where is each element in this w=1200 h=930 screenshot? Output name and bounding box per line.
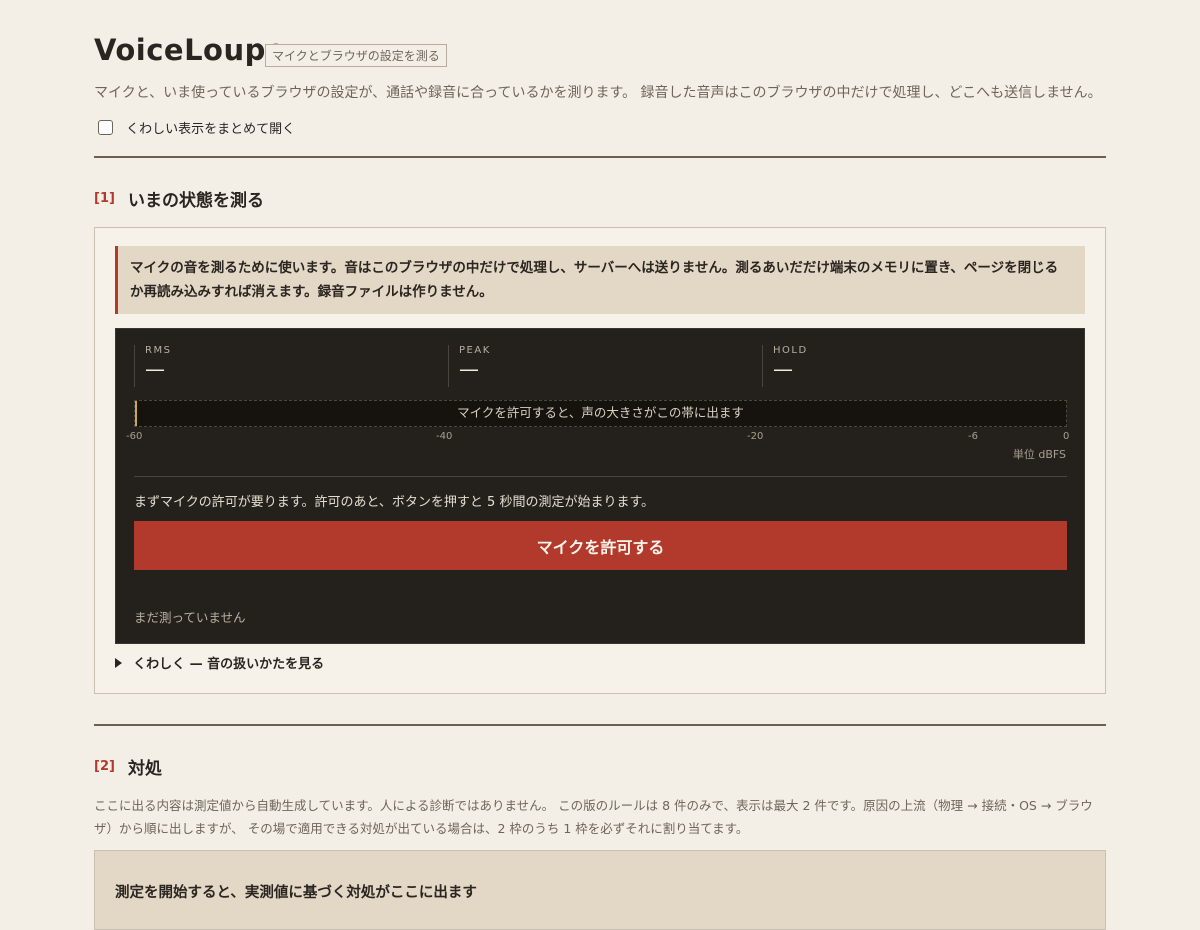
section-1-heading: [1] いまの状態を測る [94, 186, 264, 211]
scale-tick: -20 [747, 431, 764, 442]
app-subtitle-badge: マイクとブラウザの設定を測る [265, 44, 447, 67]
scale-tick: -6 [968, 431, 978, 442]
section-2-title: 対処 [128, 759, 163, 779]
expand-all-checkbox[interactable] [98, 120, 113, 135]
app-description: マイクと、いま使っているブラウザの設定が、通話や録音に合っているかを測ります。 … [94, 85, 1102, 101]
privacy-notice: マイクの音を測るために使います。音はこのブラウザの中だけで処理し、サーバーへは送… [115, 246, 1085, 314]
details-toggle[interactable]: くわしく — 音の扱いかたを見る [115, 652, 324, 672]
measure-status: まだ測っていません [134, 610, 246, 625]
remedy-card-title: 測定を開始すると、実測値に基づく対処がここに出ます [115, 885, 477, 901]
disclosure-triangle-icon [115, 657, 122, 668]
peak-value: — [459, 357, 479, 381]
section-1-title: いまの状態を測る [128, 191, 265, 211]
allow-mic-button[interactable]: マイクを許可する [134, 521, 1067, 570]
divider [94, 156, 1106, 158]
hold-stat: HOLD — [762, 345, 1067, 387]
peak-stat: PEAK — [448, 345, 762, 387]
expand-all-toggle[interactable]: くわしい表示をまとめて開く [98, 117, 296, 137]
hold-label: HOLD [773, 345, 808, 356]
scale-tick: -40 [436, 431, 453, 442]
level-band: マイクを許可すると、声の大きさがこの帯に出ます [134, 400, 1067, 427]
hold-value: — [773, 357, 793, 381]
section-2-heading: [2] 対処 [94, 754, 162, 779]
meter-instruction: まずマイクの許可が要ります。許可のあと、ボタンを押すと 5 秒間の測定が始まりま… [134, 495, 655, 510]
section-1-number: [1] [94, 191, 115, 206]
scale-unit: 単位 dBFS [1012, 448, 1066, 461]
dbfs-scale: -60 -40 -20 -6 0 [126, 431, 1070, 445]
level-band-hint: マイクを許可すると、声の大きさがこの帯に出ます [457, 405, 744, 420]
expand-all-label: くわしい表示をまとめて開く [126, 122, 296, 137]
section-2-description: ここに出る内容は測定値から自動生成しています。人による診断ではありません。 この… [94, 798, 1093, 836]
meter-divider [134, 476, 1067, 477]
measure-card: マイクの音を測るために使います。音はこのブラウザの中だけで処理し、サーバーへは送… [94, 227, 1106, 694]
rms-stat: RMS — [134, 345, 448, 387]
rms-label: RMS [145, 345, 172, 356]
peak-label: PEAK [459, 345, 491, 356]
scale-tick: 0 [1063, 431, 1070, 442]
details-toggle-label: くわしく — 音の扱いかたを見る [133, 657, 325, 672]
scale-tick: -60 [126, 431, 143, 442]
section-2-number: [2] [94, 759, 115, 774]
remedy-card: 測定を開始すると、実測値に基づく対処がここに出ます [94, 850, 1106, 930]
divider [94, 724, 1106, 726]
app-title: VoiceLoupe [94, 33, 287, 67]
rms-value: — [145, 357, 165, 381]
level-meter-panel: RMS — PEAK — HOLD — マイクを許可すると、声の大きさがこの帯に… [115, 328, 1085, 644]
